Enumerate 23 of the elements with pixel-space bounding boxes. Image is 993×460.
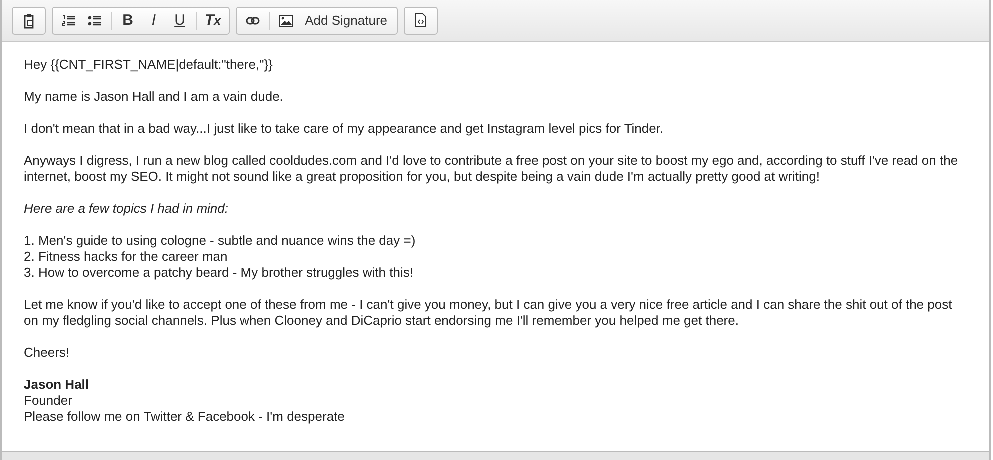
- bullet-list-icon: [88, 14, 102, 26]
- paragraph: Here are a few topics I had in mind:: [24, 201, 230, 217]
- signature-title: Founder: [24, 393, 74, 409]
- clipboard-icon: [23, 12, 35, 28]
- italic-button[interactable]: I: [141, 8, 167, 32]
- paragraph: Let me know if you'd like to accept one of these from me - I can't give you money, but I can give you a very nice free article and I can share the shit out of the post on my fledgling social channels. Plus when Clooney and DiCaprio start endorsing me I'll remember you helped me get there.: [24, 297, 954, 329]
- add-signature-button[interactable]: Add Signature: [299, 8, 394, 32]
- list-item: 1. Men's guide to using cologne - subtle and nuance wins the day =): [24, 233, 417, 249]
- list-item: 2. Fitness hacks for the career man: [24, 249, 229, 265]
- paragraph: My name is Jason Hall and I am a vain dude.: [24, 89, 284, 105]
- underline-button[interactable]: U: [167, 8, 193, 32]
- signature-note: Please follow me on Twitter & Facebook - I'm desperate: [24, 409, 346, 425]
- signature-name: Jason Hall: [24, 377, 90, 393]
- link-icon: [246, 16, 260, 24]
- image-icon: [279, 14, 294, 26]
- paragraph: Hey {{CNT_FIRST_NAME|default:"there,"}}: [24, 57, 274, 73]
- paragraph: Anyways I digress, I run a new blog called cooldudes.com and I'd love to contribute a free post on your site to boost my ego and, according to stuff I've read on the internet, boost my SEO. It might not sound like a great proposition for you, but despite being a vain dude I'm actually pretty good at writing!: [24, 153, 960, 185]
- paragraph: I don't mean that in a bad way...I just like to take care of my appearance and get Instagram level pics for Tinder.: [24, 121, 665, 137]
- numbered-list-icon: [62, 14, 76, 26]
- code-file-icon: [414, 13, 427, 28]
- paragraph: Cheers!: [24, 345, 71, 361]
- bold-button[interactable]: B: [115, 8, 141, 32]
- list-item: 3. How to overcome a patchy beard - My brother struggles with this!: [24, 265, 414, 281]
